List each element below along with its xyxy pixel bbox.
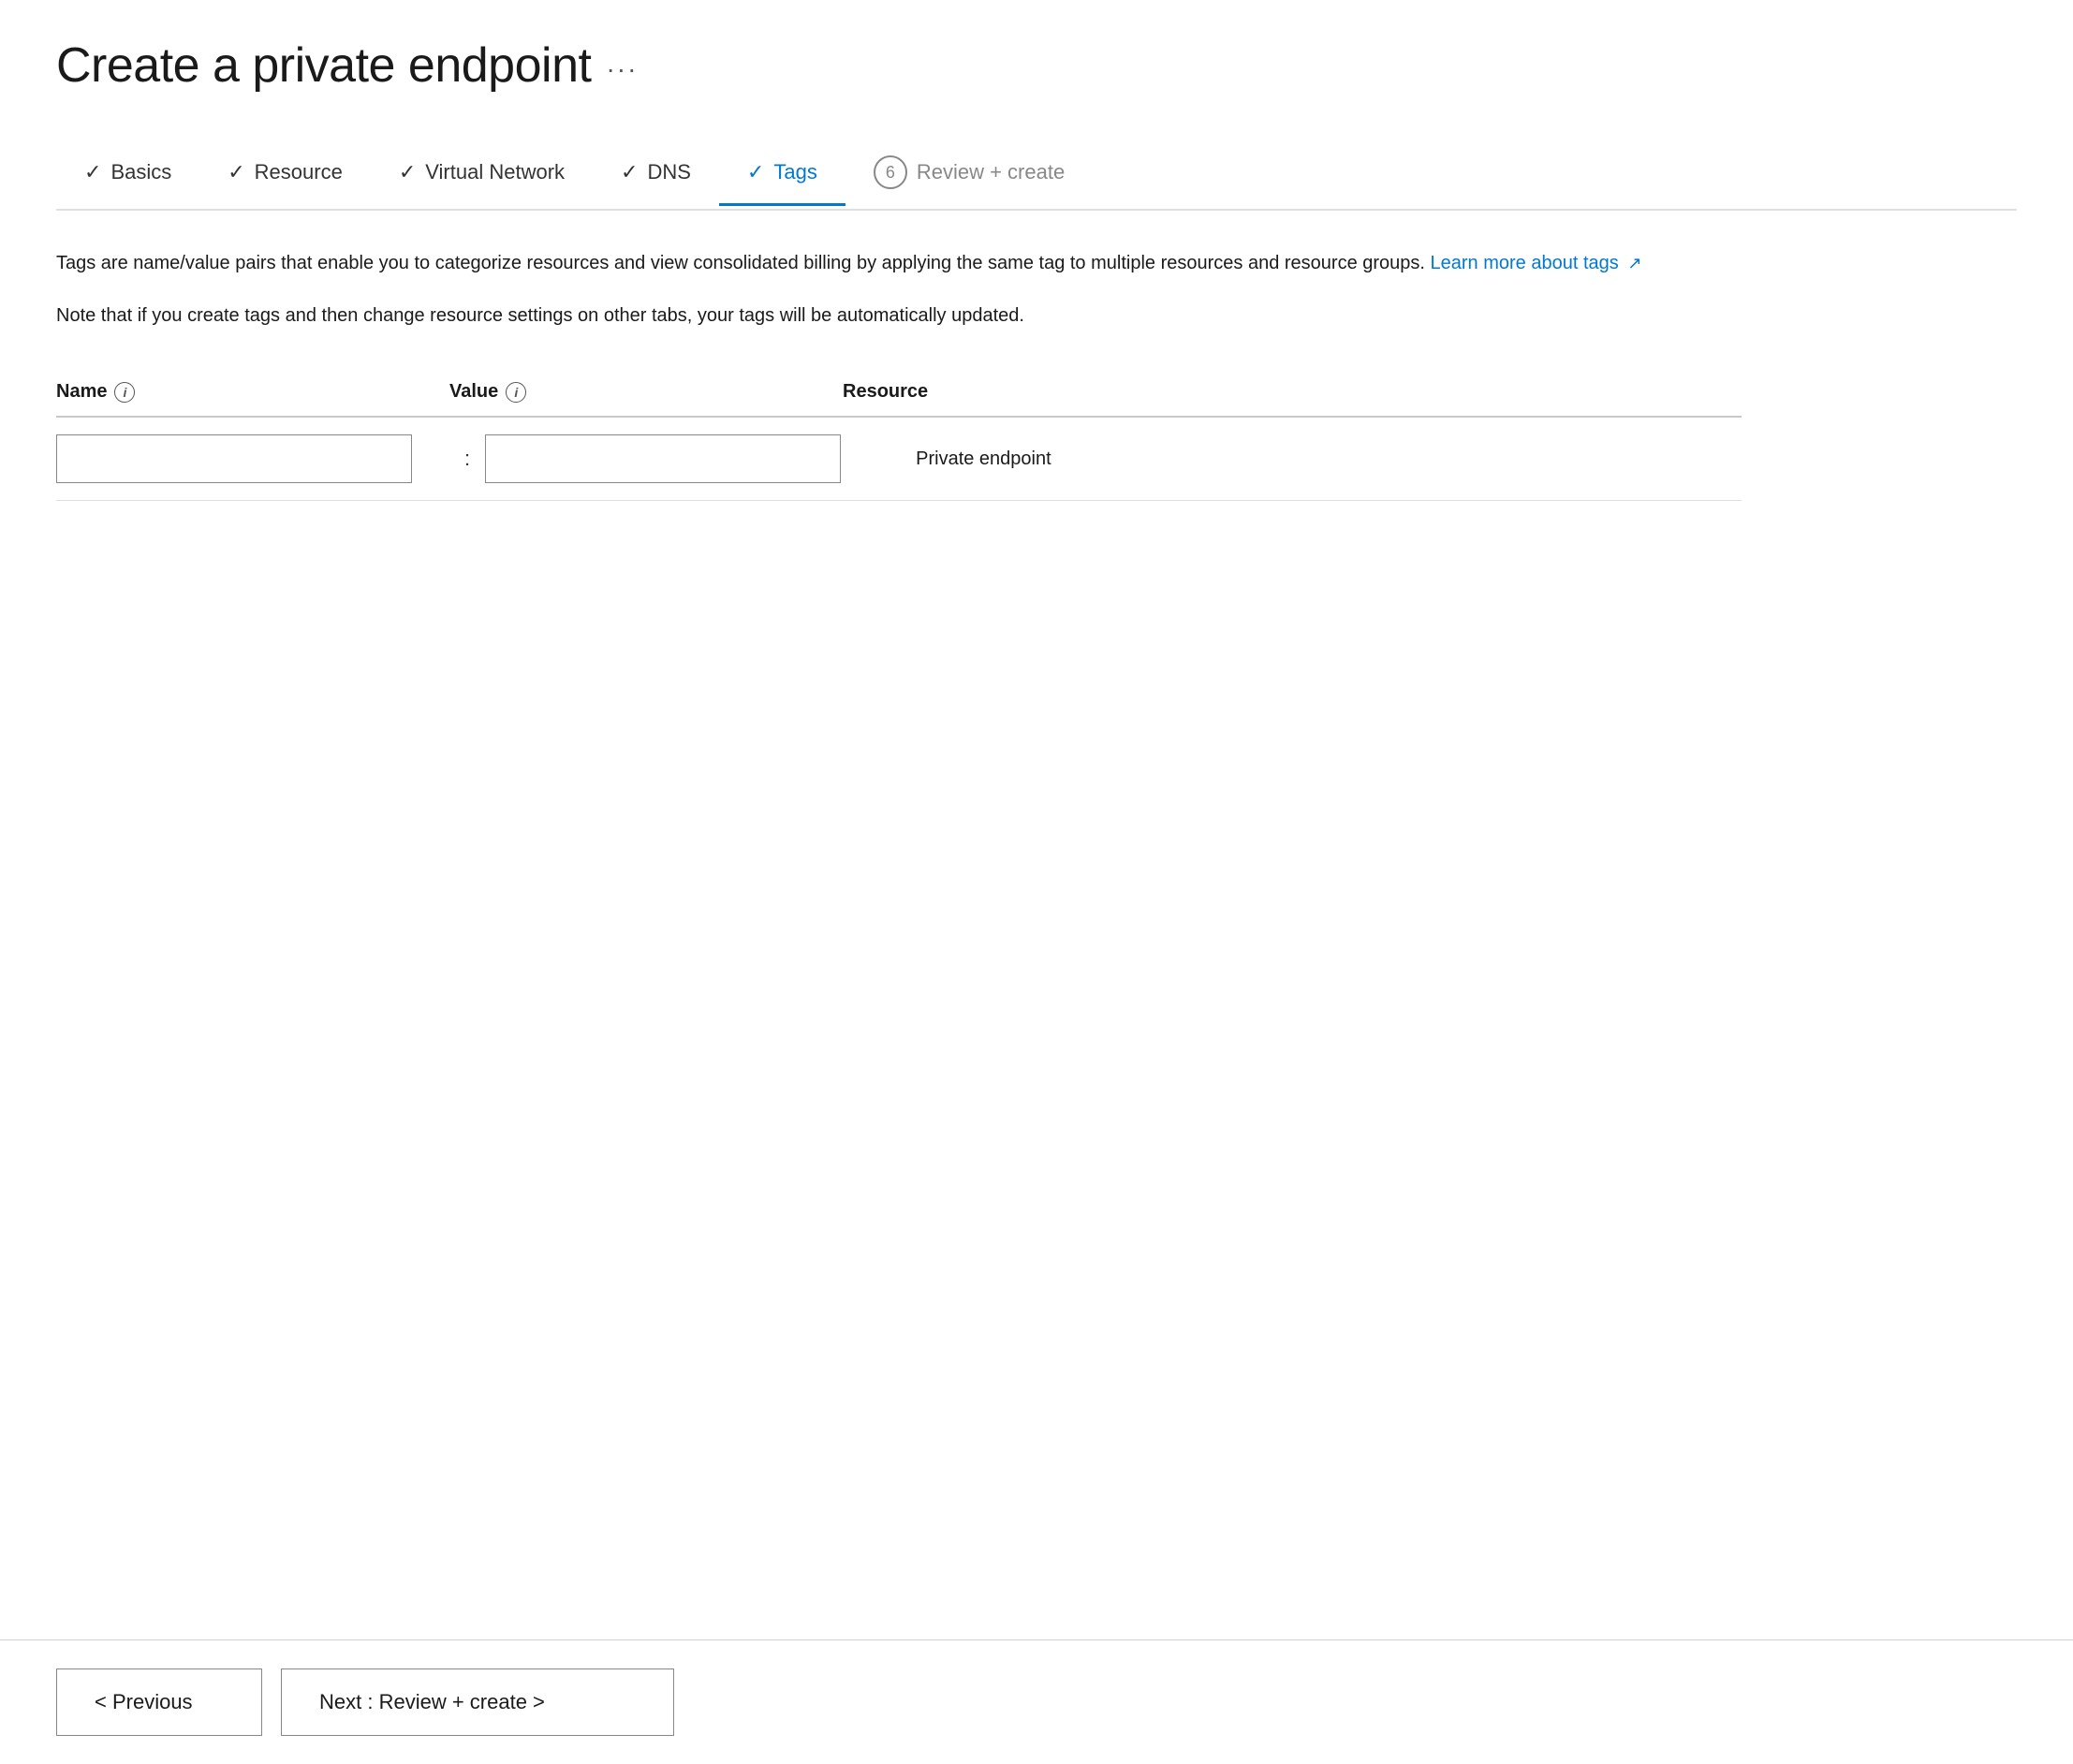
check-icon-virtual-network: ✓ [399, 160, 416, 184]
tab-number-review-create: 6 [874, 155, 907, 189]
colon-separator: : [464, 447, 470, 471]
table-row: : Private endpoint [56, 418, 1742, 501]
tab-basics-label: Basics [110, 160, 171, 184]
previous-button[interactable]: < Previous [56, 1668, 262, 1736]
tab-resource-label: Resource [255, 160, 343, 184]
tag-value-input[interactable] [485, 434, 841, 483]
next-button[interactable]: Next : Review + create > [281, 1668, 674, 1736]
tab-virtual-network[interactable]: ✓ Virtual Network [371, 145, 593, 206]
note-text: Note that if you create tags and then ch… [56, 301, 1742, 331]
external-link-icon: ↗ [1627, 254, 1641, 272]
page-header: Create a private endpoint ··· [56, 37, 2017, 94]
check-icon-basics: ✓ [84, 160, 101, 184]
tag-value-cell [485, 434, 878, 483]
tag-resource-label: Private endpoint [878, 448, 1742, 470]
main-content: Tags are name/value pairs that enable yo… [56, 248, 1742, 1764]
tab-review-create-label: Review + create [917, 160, 1065, 184]
description-text: Tags are name/value pairs that enable yo… [56, 248, 1742, 278]
col-header-value: Value i [449, 381, 843, 403]
learn-more-link[interactable]: Learn more about tags ↗ [1431, 253, 1642, 273]
value-info-icon[interactable]: i [506, 382, 526, 403]
tab-tags[interactable]: ✓ Tags [719, 145, 845, 206]
tab-resource[interactable]: ✓ Resource [199, 145, 371, 206]
tab-navigation: ✓ Basics ✓ Resource ✓ Virtual Network ✓ … [56, 140, 2017, 211]
page-title: Create a private endpoint [56, 37, 591, 94]
tags-table-header: Name i Value i Resource [56, 368, 1742, 418]
check-icon-dns: ✓ [621, 160, 638, 184]
more-options-icon[interactable]: ··· [606, 54, 638, 84]
col-header-resource: Resource [843, 381, 1742, 403]
name-info-icon[interactable]: i [114, 382, 135, 403]
tab-review-create[interactable]: 6 Review + create [845, 140, 1093, 211]
tag-name-cell [56, 434, 449, 483]
tab-virtual-network-label: Virtual Network [425, 160, 565, 184]
check-icon-resource: ✓ [228, 160, 244, 184]
tab-dns[interactable]: ✓ DNS [593, 145, 719, 206]
check-icon-tags: ✓ [747, 160, 764, 184]
tab-dns-label: DNS [647, 160, 690, 184]
col-header-name: Name i [56, 381, 449, 403]
footer: < Previous Next : Review + create > [0, 1639, 2073, 1764]
tag-name-input[interactable] [56, 434, 412, 483]
tab-tags-label: Tags [773, 160, 816, 184]
tab-basics[interactable]: ✓ Basics [56, 145, 199, 206]
